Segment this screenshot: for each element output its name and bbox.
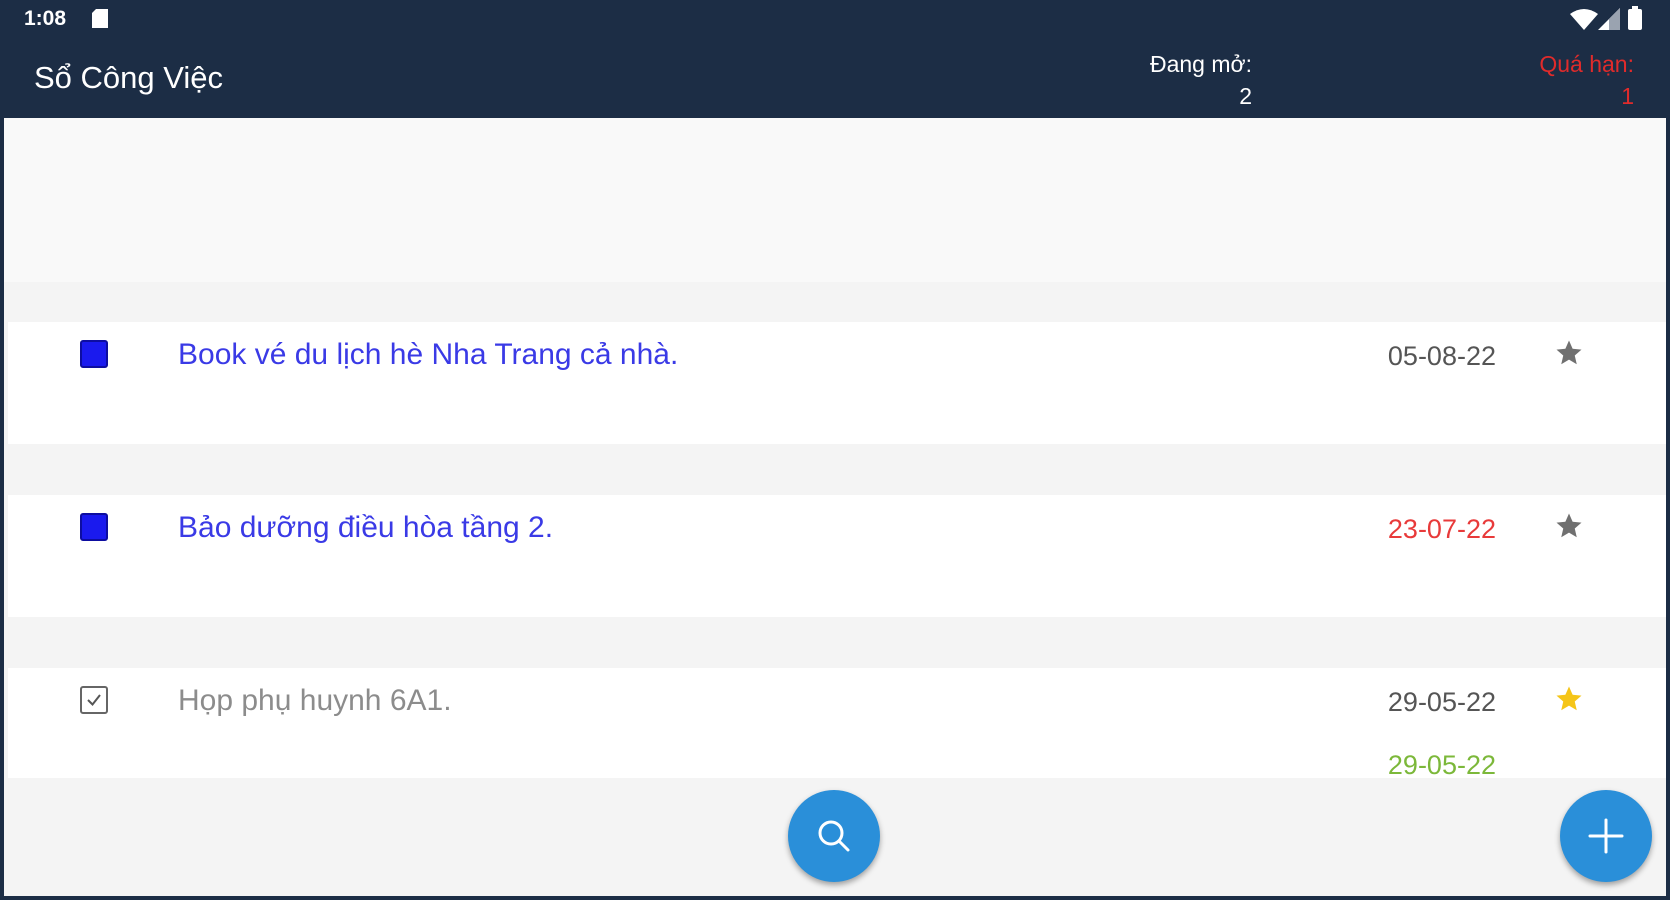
task-completed-date: 29-05-22 xyxy=(1387,750,1496,780)
task-row[interactable]: Bảo dưỡng điều hòa tầng 2. 23-07-22 xyxy=(8,495,1666,617)
wifi-icon xyxy=(1570,9,1598,30)
plus-icon xyxy=(1588,818,1624,854)
task-due-date: 23-07-22 xyxy=(1387,514,1496,544)
open-tasks-label: Đang mở: xyxy=(1149,51,1252,77)
task-checkbox-checked[interactable] xyxy=(80,686,108,714)
search-icon xyxy=(818,820,850,852)
task-due-date: 29-05-22 xyxy=(1387,687,1496,717)
task-checkbox[interactable] xyxy=(80,340,108,368)
open-tasks-count: 2 xyxy=(1239,83,1252,109)
task-title: Book vé du lịch hè Nha Trang cả nhà. xyxy=(178,338,679,371)
star-icon[interactable] xyxy=(1554,511,1584,541)
star-icon[interactable] xyxy=(1554,338,1584,368)
checkmark-icon xyxy=(87,694,101,707)
app-bar: Sổ Công Việc Đang mở: 2 Quá hạn: 1 xyxy=(0,38,1670,118)
task-row[interactable]: Họp phụ huynh 6A1. 29-05-22 29-05-22 xyxy=(8,668,1666,790)
overdue-tasks-label: Quá hạn: xyxy=(1539,51,1634,77)
app-window: 1:08 Sổ Công Việc Đang mở: 2 Quá hạn: 1 xyxy=(0,0,1670,900)
battery-icon xyxy=(1628,6,1642,30)
overdue-tasks-count: 1 xyxy=(1621,83,1634,109)
task-due-date: 05-08-22 xyxy=(1387,341,1496,371)
add-task-button[interactable] xyxy=(1560,790,1652,882)
status-bar: 1:08 xyxy=(0,0,1670,38)
task-list: Book vé du lịch hè Nha Trang cả nhà. 05-… xyxy=(4,118,1666,896)
app-title: Sổ Công Việc xyxy=(34,60,223,95)
search-button[interactable] xyxy=(788,790,880,882)
star-icon[interactable] xyxy=(1554,684,1584,714)
status-time: 1:08 xyxy=(24,7,67,30)
overdue-tasks-counter[interactable]: Quá hạn: 1 xyxy=(1539,48,1634,112)
open-tasks-counter[interactable]: Đang mở: 2 xyxy=(1150,48,1252,112)
signal-icon xyxy=(1598,8,1620,30)
task-title: Bảo dưỡng điều hòa tầng 2. xyxy=(178,511,554,544)
task-title: Họp phụ huynh 6A1. xyxy=(178,684,452,717)
sd-card-icon xyxy=(92,9,108,28)
task-checkbox[interactable] xyxy=(80,513,108,541)
list-header-space xyxy=(4,118,1666,282)
task-row[interactable]: Book vé du lịch hè Nha Trang cả nhà. 05-… xyxy=(8,322,1666,444)
